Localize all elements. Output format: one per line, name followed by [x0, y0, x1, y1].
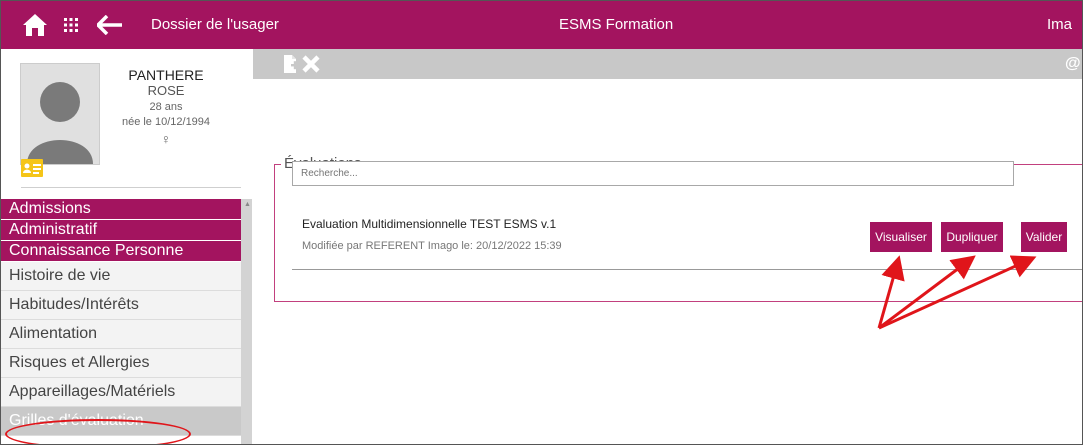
sidebar-item-administratif[interactable]: Administratif [1, 220, 241, 241]
sidebar-item-histoire-de-vie[interactable]: Histoire de vie [1, 262, 241, 291]
app-window: Dossier de l'usager ESMS Formation Ima P… [0, 0, 1083, 445]
sidebar-item-alimentation[interactable]: Alimentation [1, 320, 241, 349]
avatar [20, 63, 100, 165]
sidebar-item-habitudes[interactable]: Habitudes/Intérêts [1, 291, 241, 320]
sidebar-item-label: Histoire de vie [9, 267, 111, 284]
apps-grid-icon[interactable] [61, 11, 81, 39]
toolbar: @ [253, 49, 1082, 79]
patient-age: 28 ans [149, 101, 183, 113]
sidebar-item-risques-allergies[interactable]: Risques et Allergies [1, 349, 241, 378]
sidebar-item-connaissance-personne[interactable]: Connaissance Personne [1, 241, 241, 262]
validate-button[interactable]: Valider [1021, 222, 1067, 252]
search-input[interactable] [292, 161, 1014, 186]
sidebar-item-label: Administratif [9, 221, 98, 238]
toolbar-right-icon[interactable]: @ [1065, 55, 1081, 73]
sidebar-item-label: Alimentation [9, 325, 98, 342]
sidebar-item-label: Habitudes/Intérêts [9, 296, 139, 313]
sidebar-item-label: Risques et Allergies [9, 354, 150, 371]
female-icon: ♀ [160, 131, 172, 147]
evaluation-title: Evaluation Multidimensionnelle TEST ESMS… [302, 217, 557, 231]
new-document-icon[interactable] [281, 54, 301, 74]
sidebar-scrollbar[interactable] [241, 199, 252, 444]
annotation-circle [5, 419, 191, 444]
patient-last-name: PANTHERE [128, 67, 204, 83]
sidebar-item-label: Connaissance Personne [9, 242, 184, 259]
delete-icon[interactable] [301, 54, 321, 74]
duplicate-button[interactable]: Dupliquer [941, 222, 1003, 252]
evaluation-divider [292, 269, 1082, 270]
home-icon[interactable] [21, 11, 49, 39]
establishment-name: ESMS Formation [559, 16, 674, 33]
top-bar: Dossier de l'usager ESMS Formation Ima [1, 1, 1082, 49]
patient-first-name: ROSE [147, 83, 185, 98]
view-button[interactable]: Visualiser [870, 222, 932, 252]
patient-birth-date: née le 10/12/1994 [121, 116, 211, 128]
page-title: Dossier de l'usager [151, 16, 279, 33]
back-arrow-icon[interactable] [95, 11, 125, 39]
profile-divider [21, 187, 241, 188]
sidebar-item-appareillages[interactable]: Appareillages/Matériels [1, 378, 241, 407]
sidebar-item-label: Admissions [9, 200, 91, 217]
main-content: @ Évaluations Evaluation Multidimensionn… [253, 49, 1082, 444]
sidebar-item-label: Appareillages/Matériels [9, 383, 176, 400]
sidebar-item-admissions[interactable]: Admissions [1, 199, 241, 220]
id-card-icon[interactable] [21, 159, 43, 177]
user-menu[interactable]: Ima [1047, 16, 1072, 33]
sidebar-menu: Admissions Administratif Connaissance Pe… [1, 199, 241, 436]
sidebar: PANTHERE ROSE 28 ans née le 10/12/1994 ♀… [1, 49, 253, 444]
scroll-up-icon[interactable]: ▲ [244, 201, 251, 208]
evaluation-modified-info: Modifiée par REFERENT Imago le: 20/12/20… [302, 240, 562, 252]
patient-profile: PANTHERE ROSE 28 ans née le 10/12/1994 ♀ [1, 49, 253, 199]
